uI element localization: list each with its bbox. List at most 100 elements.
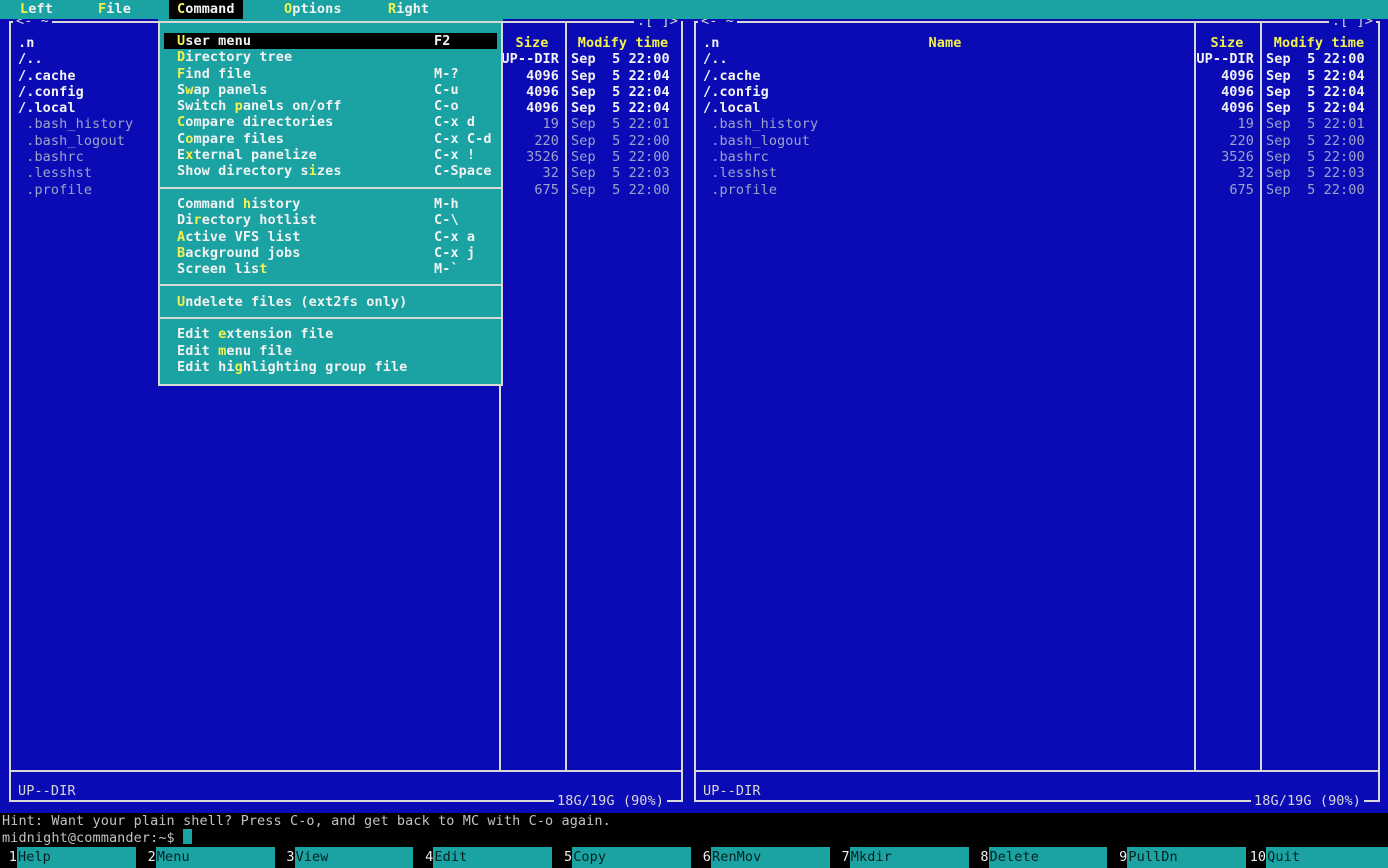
file-size: 32 [499,165,565,181]
fkey-9-pulldn[interactable]: 9PullDn [1110,847,1249,868]
file-size: 4096 [499,100,565,116]
mtime-column-header[interactable]: Modify time [565,35,681,51]
file-size: UP--DIR [1194,51,1260,67]
size-column-header[interactable]: Size [499,35,565,51]
file-mtime: Sep 5 22:04 [1260,68,1378,84]
fkey-1-help[interactable]: 1Help [0,847,139,868]
file-mtime: Sep 5 22:04 [1260,84,1378,100]
file-size: UP--DIR [499,51,565,67]
fkey-2-menu[interactable]: 2Menu [139,847,278,868]
fkey-6-renmov[interactable]: 6RenMov [694,847,833,868]
file-mtime: Sep 5 22:04 [565,100,681,116]
file-size: 4096 [1194,100,1260,116]
fkey-4-edit[interactable]: 4Edit [416,847,555,868]
menu-item[interactable]: Compare filesC-x C-d [164,131,497,147]
menubar-item-left[interactable]: Left [12,0,61,19]
menu-item[interactable]: Directory tree [164,49,497,65]
menu-item[interactable]: Command historyM-h [164,196,497,212]
menu-item-label: Switch panels on/off [177,98,342,114]
menu-item[interactable]: Compare directoriesC-x d [164,114,497,130]
menu-item[interactable]: Directory hotlistC-\ [164,212,497,228]
fkey-number: 4 [416,847,433,868]
menu-item-label: Undelete files (ext2fs only) [177,294,407,310]
file-row[interactable]: .lesshst32Sep 5 22:03 [696,165,1378,181]
fkey-8-delete[interactable]: 8Delete [972,847,1111,868]
file-row[interactable]: .bash_history19Sep 5 22:01 [696,116,1378,132]
file-mtime: Sep 5 22:04 [565,68,681,84]
file-size: 675 [1194,182,1260,198]
right-panel-ministatus-separator [696,770,1378,772]
menu-separator [160,310,501,326]
file-size: 4096 [499,68,565,84]
file-size: 4096 [1194,68,1260,84]
file-row[interactable]: .profile675Sep 5 22:00 [696,182,1378,198]
file-row[interactable]: /..UP--DIRSep 5 22:00 [696,51,1378,67]
menubar-item-right[interactable]: Right [380,0,437,19]
left-panel-border-right [681,21,683,802]
fkey-5-copy[interactable]: 5Copy [555,847,694,868]
menu-item[interactable]: Background jobsC-x j [164,245,497,261]
file-row[interactable]: /.config4096Sep 5 22:04 [696,84,1378,100]
menu-item-shortcut: C-x ! [434,147,475,163]
fkey-10-quit[interactable]: 10Quit [1249,847,1388,868]
menu-item[interactable]: Show directory sizesC-Space [164,163,497,179]
file-size: 3526 [499,149,565,165]
fkey-label: Menu [156,847,275,868]
fkey-number: 7 [833,847,850,868]
fkey-label: View [295,847,414,868]
right-panel-header-row: .nName Size Modify time [696,35,1378,51]
menu-item[interactable]: Screen list M-` [164,261,497,277]
file-mtime: Sep 5 22:04 [565,84,681,100]
hint-line: Hint: Want your plain shell? Press C-o, … [0,813,1388,829]
menu-item-label: Active VFS list [177,229,300,245]
menubar-item-options[interactable]: Options [276,0,350,19]
file-row[interactable]: .bash_logout220Sep 5 22:00 [696,133,1378,149]
menu-item[interactable]: Active VFS listC-x a [164,229,497,245]
menu-item[interactable]: Undelete files (ext2fs only) [164,294,497,310]
menu-item[interactable]: Find file M-? [164,66,497,82]
menubar-item-command[interactable]: Command [169,0,243,19]
menu-item[interactable]: External panelizeC-x ! [164,147,497,163]
file-row[interactable]: .bashrc3526Sep 5 22:00 [696,149,1378,165]
menu-item[interactable]: Swap panelsC-u [164,82,497,98]
shell-prompt-line[interactable]: midnight@commander:~$ [0,829,1388,845]
name-column-header[interactable]: .nName [696,35,1194,51]
file-mtime: Sep 5 22:03 [1260,165,1378,181]
menu-item-shortcut: M-? [434,66,459,82]
left-panel-free-space: 18G/19G (90%) [554,793,667,809]
menubar-item-file[interactable]: File [90,0,139,19]
menu-item[interactable]: Switch panels on/offC-o [164,98,497,114]
menu-item[interactable]: Edit highlighting group file [164,359,497,375]
menu-item-label: Screen list [177,261,268,277]
size-column-header[interactable]: Size [1194,35,1260,51]
file-row[interactable]: /.cache4096Sep 5 22:04 [696,68,1378,84]
file-name: .lesshst [696,165,1194,181]
fkey-label: RenMov [711,847,830,868]
file-row[interactable]: /.local4096Sep 5 22:04 [696,100,1378,116]
fkey-label: Help [17,847,136,868]
menu-item-shortcut: F2 [434,33,450,49]
menu-item-shortcut: M-` [434,261,459,277]
menu-item-label: Show directory sizes [177,163,342,179]
menu-item-label: Find file [177,66,251,82]
mtime-column-header[interactable]: Modify time [1260,35,1378,51]
fkey-7-mkdir[interactable]: 7Mkdir [833,847,972,868]
file-mtime: Sep 5 22:00 [1260,51,1378,67]
menu-item[interactable]: Edit menu file [164,343,497,359]
menu-bar: Left File Command Options Right [0,0,1388,19]
file-size: 4096 [499,84,565,100]
menu-item-shortcut: M-h [434,196,459,212]
fkey-3-view[interactable]: 3View [278,847,417,868]
command-menu-items: User menuF2Directory treeFind file M-?Swa… [160,33,501,375]
file-size: 19 [499,116,565,132]
menu-item[interactable]: Edit extension file [164,326,497,342]
menu-item-label: Compare directories [177,114,333,130]
fkey-label: Edit [433,847,552,868]
file-mtime: Sep 5 22:00 [565,51,681,67]
menu-separator [160,277,501,293]
file-name: /.. [696,51,1194,67]
fkey-number: 1 [0,847,17,868]
fkey-number: 10 [1249,847,1266,868]
menu-item[interactable]: User menuF2 [164,33,497,49]
right-panel-border-top [694,21,1380,23]
